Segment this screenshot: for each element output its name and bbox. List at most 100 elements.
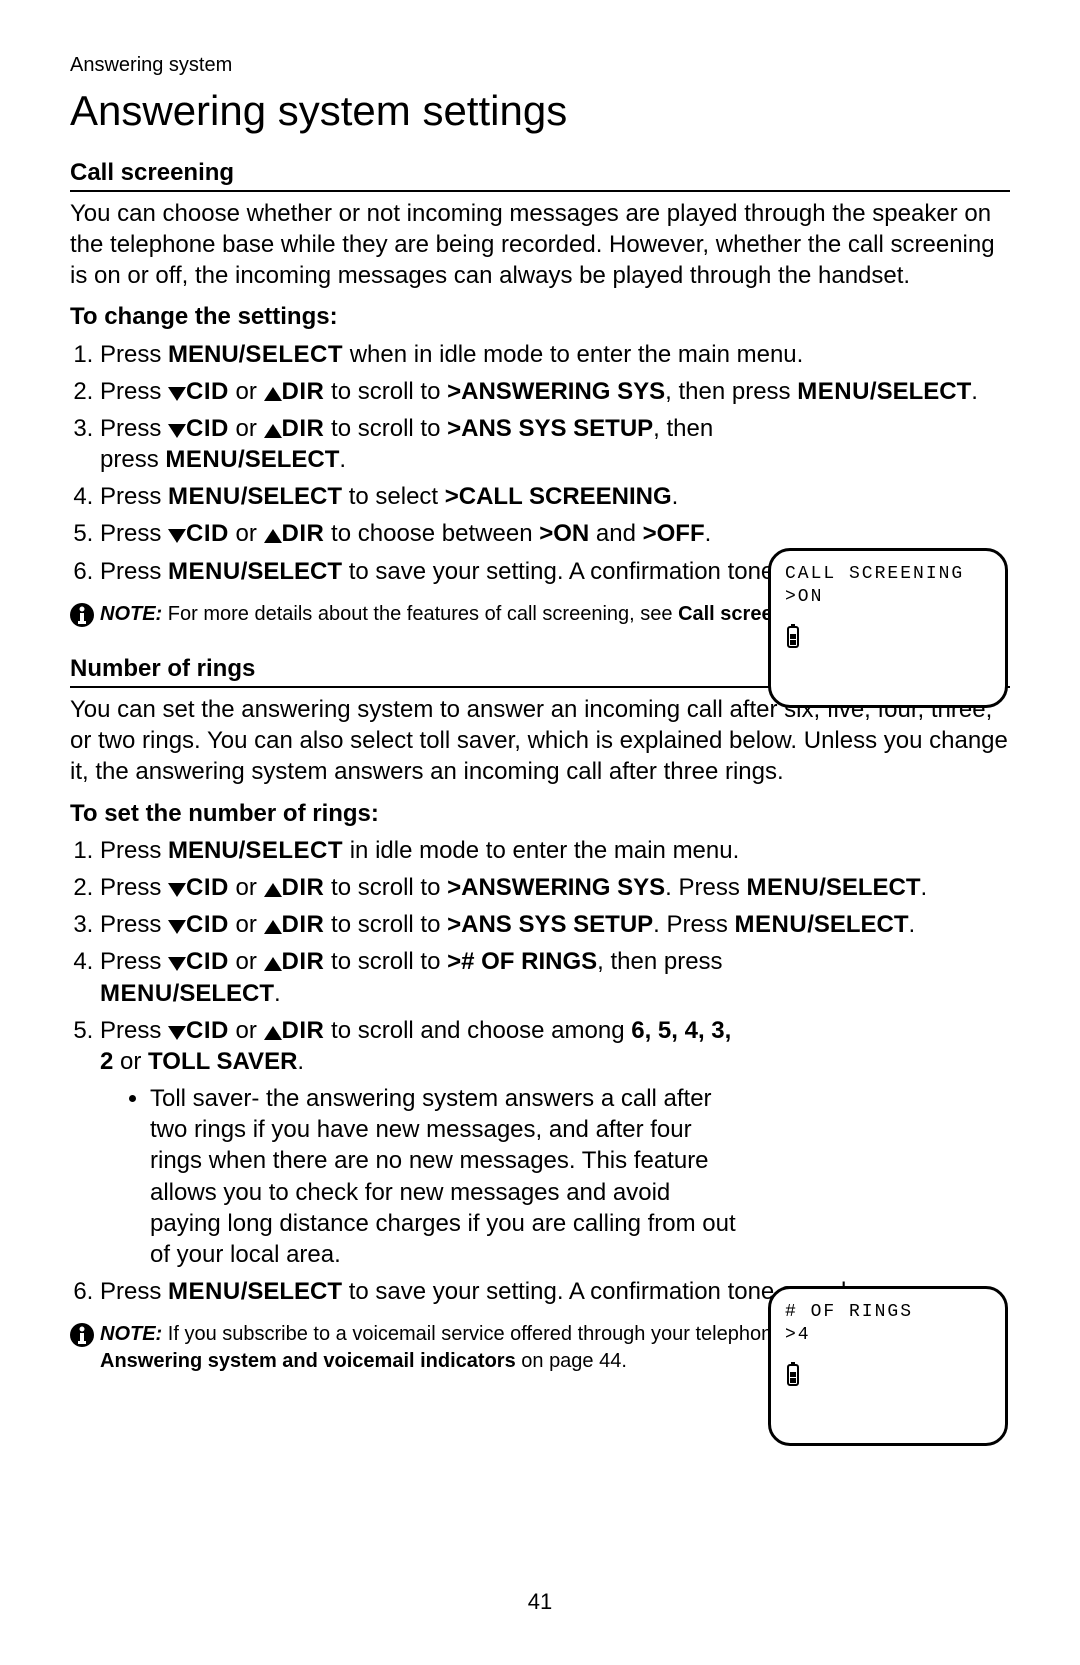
menu-target: >ANSWERING SYS <box>447 874 665 901</box>
text: . <box>909 911 916 938</box>
text: . Press <box>665 874 746 901</box>
list-item: Press CID or DIR to scroll to >ANS SYS S… <box>100 909 1010 940</box>
text: or <box>229 1017 264 1044</box>
info-icon <box>70 1323 94 1355</box>
text: or <box>229 378 264 405</box>
menu-target: TOLL SAVER <box>148 1048 297 1075</box>
key-label: CID <box>186 874 229 901</box>
key-label: CID <box>186 911 229 938</box>
text: Press <box>100 415 168 442</box>
text: on page 44. <box>516 1350 627 1372</box>
key-label: MENU/SELECT <box>168 341 343 368</box>
key-label: MENU/SELECT <box>168 1278 342 1305</box>
key-label: MENU/SELECT <box>168 483 342 510</box>
text: to select <box>342 483 445 510</box>
list-item: Toll saver- the answering system answers… <box>150 1083 740 1270</box>
key-label: DIR <box>282 911 325 938</box>
key-label: DIR <box>282 378 325 405</box>
battery-icon <box>785 624 991 658</box>
steps-num-rings: Press MENU/SELECT in idle mode to enter … <box>70 835 1010 1308</box>
text: Press <box>100 483 168 510</box>
lcd-display-num-rings: # OF RINGS >4 <box>768 1286 1008 1446</box>
key-label: DIR <box>282 1017 325 1044</box>
text: . <box>297 1048 304 1075</box>
battery-icon <box>785 1362 991 1396</box>
text: . <box>339 446 346 473</box>
text: . <box>971 378 978 405</box>
key-label: DIR <box>282 415 325 442</box>
key-label: DIR <box>282 948 325 975</box>
menu-target: >ANS SYS SETUP <box>447 911 653 938</box>
text: to scroll to <box>324 874 447 901</box>
text: Press <box>100 837 168 864</box>
lcd-line: CALL SCREENING <box>785 563 991 586</box>
text: or <box>113 1048 148 1075</box>
key-label: MENU/SELECT <box>168 558 342 585</box>
page-number: 41 <box>0 1588 1080 1617</box>
text: Press <box>100 874 168 901</box>
text: or <box>229 911 264 938</box>
triangle-down-icon <box>168 957 186 971</box>
lcd-line: >ON <box>785 586 991 609</box>
text: Press <box>100 911 168 938</box>
info-icon <box>70 603 94 635</box>
sub-bullets: Toll saver- the answering system answers… <box>100 1083 740 1270</box>
breadcrumb: Answering system <box>70 52 1010 78</box>
text: Press <box>100 558 168 585</box>
note-label: NOTE: <box>100 1323 162 1345</box>
text: . Press <box>653 911 734 938</box>
text: For more details about the features of c… <box>162 603 678 625</box>
text: Press <box>100 520 168 547</box>
list-item: Press CID or DIR to scroll to ># OF RING… <box>100 946 1010 1008</box>
lcd-line: >4 <box>785 1324 991 1347</box>
menu-target: >OFF <box>643 520 705 547</box>
list-item: Press MENU/SELECT in idle mode to enter … <box>100 835 1010 866</box>
text: or <box>229 948 264 975</box>
triangle-down-icon <box>168 883 186 897</box>
page-title: Answering system settings <box>70 84 1010 139</box>
text: . <box>274 980 281 1007</box>
heading-call-screening: Call screening <box>70 157 1010 192</box>
menu-target: >ANSWERING SYS <box>447 378 665 405</box>
text: to scroll and choose among <box>324 1017 631 1044</box>
triangle-up-icon <box>264 920 282 934</box>
text: in idle mode to enter the main menu. <box>343 837 739 864</box>
list-item: Press MENU/SELECT to select >CALL SCREEN… <box>100 481 1010 512</box>
lcd-line: # OF RINGS <box>785 1301 991 1324</box>
key-label: DIR <box>282 520 325 547</box>
key-label: DIR <box>282 874 325 901</box>
note-label: NOTE: <box>100 603 162 625</box>
text: to scroll to <box>324 948 447 975</box>
triangle-up-icon <box>264 529 282 543</box>
key-label: CID <box>186 378 229 405</box>
key-label: MENU/SELECT <box>735 911 909 938</box>
cross-ref: Answering system and voicemail indicator… <box>100 1350 516 1372</box>
text: to choose between <box>324 520 539 547</box>
menu-target: >CALL SCREENING <box>445 483 672 510</box>
list-item: Press MENU/SELECT when in idle mode to e… <box>100 339 1010 370</box>
text: to scroll to <box>324 415 447 442</box>
text: , then press <box>665 378 797 405</box>
paragraph: You can choose whether or not incoming m… <box>70 198 1010 292</box>
list-item: Press CID or DIR to scroll and choose am… <box>100 1015 1010 1271</box>
list-item: Press CID or DIR to scroll to >ANSWERING… <box>100 872 1010 903</box>
key-label: CID <box>186 948 229 975</box>
menu-target: ># OF RINGS <box>447 948 597 975</box>
text: . <box>705 520 712 547</box>
list-item: Press CID or DIR to scroll to >ANS SYS S… <box>100 413 1010 475</box>
triangle-up-icon <box>264 424 282 438</box>
triangle-down-icon <box>168 387 186 401</box>
text: to scroll to <box>324 911 447 938</box>
key-label: MENU/SELECT <box>747 874 921 901</box>
list-item: Press CID or DIR to choose between >ON a… <box>100 518 1010 549</box>
text: , then press <box>597 948 722 975</box>
text: or <box>229 520 264 547</box>
menu-target: >ON <box>539 520 589 547</box>
text: and <box>589 520 642 547</box>
key-label: MENU/SELECT <box>100 980 274 1007</box>
menu-target: >ANS SYS SETUP <box>447 415 653 442</box>
text: Press <box>100 341 168 368</box>
triangle-up-icon <box>264 1026 282 1040</box>
triangle-up-icon <box>264 387 282 401</box>
lcd-display-call-screening: CALL SCREENING >ON <box>768 548 1008 708</box>
